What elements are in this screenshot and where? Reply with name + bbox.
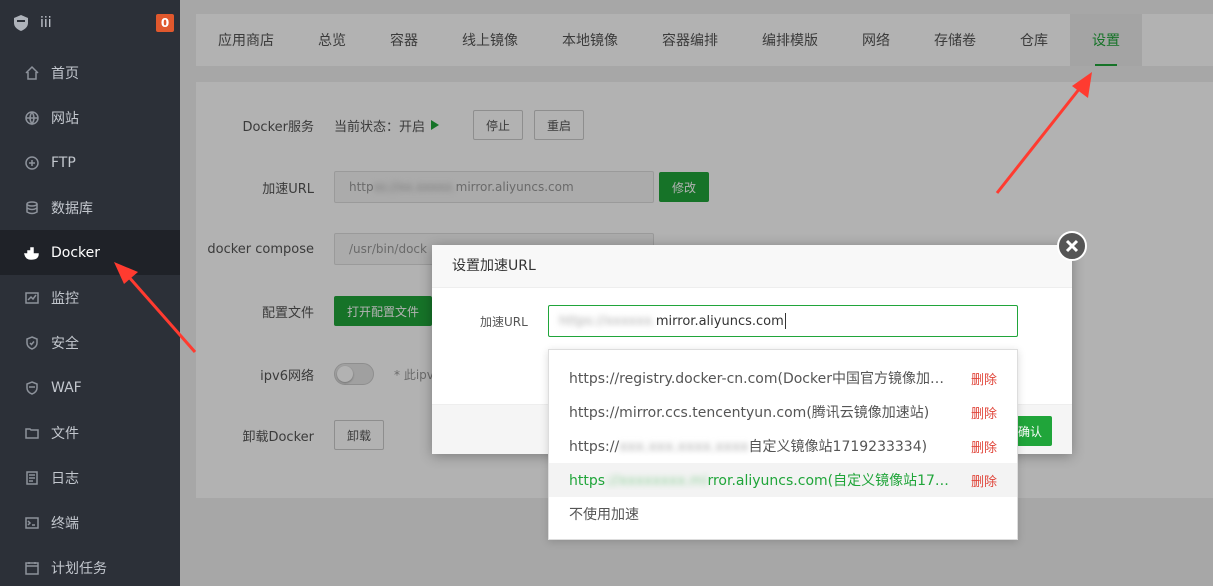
dropdown-item-selected[interactable]: https://xxxxxxxx.mirror.aliyuncs.com(自定义… <box>549 463 1017 497</box>
delete-link[interactable]: 删除 <box>971 437 997 456</box>
delete-link[interactable]: 删除 <box>971 369 997 388</box>
delete-link[interactable]: 删除 <box>971 471 997 490</box>
item-suffix: rror.aliyuncs.com(自定义镜像站171... <box>707 473 949 489</box>
sidebar-item-label: Docker <box>51 244 101 261</box>
text-caret <box>784 313 786 329</box>
docker-icon <box>24 245 40 261</box>
sidebar-item-label: 计划任务 <box>51 560 107 577</box>
sidebar-item-terminal[interactable]: 终端 <box>0 500 180 545</box>
sidebar-item-database[interactable]: 数据库 <box>0 185 180 230</box>
dialog-url-value: mirror.aliyuncs.com <box>655 313 784 329</box>
delete-link[interactable]: 删除 <box>971 403 997 422</box>
dropdown-item-text: 不使用加速 <box>569 507 639 523</box>
dialog-field-label: 加速URL <box>480 315 528 329</box>
dropdown-item[interactable]: https://mirror.ccs.tencentyun.com(腾讯云镜像加… <box>549 395 1017 429</box>
logo-icon <box>14 15 28 31</box>
sidebar-header: iii 0 <box>0 0 180 46</box>
ftp-icon <box>24 155 40 171</box>
calendar-icon <box>24 560 40 576</box>
sidebar: iii 0 首页 网站 FTP 数据库 Docker 监控 安全 WAF 文件 … <box>0 0 180 586</box>
item-prefix: https:// <box>569 439 620 455</box>
home-icon <box>24 65 40 81</box>
sidebar-item-label: 网站 <box>51 110 79 127</box>
dropdown-item-no-accel[interactable]: 不使用加速 <box>549 497 1017 531</box>
log-icon <box>24 470 40 486</box>
sidebar-item-label: FTP <box>51 154 76 171</box>
sidebar-item-label: 终端 <box>51 515 79 532</box>
shield-icon <box>24 335 40 351</box>
waf-shield-icon <box>24 380 40 396</box>
sidebar-item-waf[interactable]: WAF <box>0 365 180 410</box>
dropdown-item-text: https://mirror.ccs.tencentyun.com(腾讯云镜像加… <box>569 405 930 421</box>
sidebar-item-docker[interactable]: Docker <box>0 230 180 275</box>
globe-icon <box>24 110 40 126</box>
sidebar-item-label: 监控 <box>51 290 79 307</box>
dialog-title: 设置加速URL <box>432 245 1072 288</box>
sidebar-item-label: WAF <box>51 379 82 396</box>
item-prefix: https <box>569 473 606 489</box>
folder-icon <box>24 425 40 441</box>
dialog-url-input[interactable]: https://xxxxxx. mirror.aliyuncs.com <box>548 305 1018 337</box>
terminal-icon <box>24 515 40 531</box>
sidebar-item-label: 数据库 <box>51 200 93 217</box>
sidebar-item-website[interactable]: 网站 <box>0 95 180 140</box>
close-icon[interactable] <box>1057 231 1087 261</box>
redacted-text: xxx.xxx.xxxx.xxxx <box>619 439 749 455</box>
username[interactable]: iii <box>40 15 52 31</box>
sidebar-item-files[interactable]: 文件 <box>0 410 180 455</box>
sidebar-item-label: 文件 <box>51 425 79 442</box>
sidebar-item-label: 日志 <box>51 470 79 487</box>
notification-badge[interactable]: 0 <box>156 14 174 32</box>
item-suffix: 自定义镜像站1719233334) <box>748 439 928 455</box>
accel-url-dropdown: https://registry.docker-cn.com(Docker中国官… <box>548 349 1018 540</box>
sidebar-menu: 首页 网站 FTP 数据库 Docker 监控 安全 WAF 文件 日志 终端 … <box>0 46 180 586</box>
sidebar-item-ftp[interactable]: FTP <box>0 140 180 185</box>
dropdown-item[interactable]: https://registry.docker-cn.com(Docker中国官… <box>549 361 1017 395</box>
database-icon <box>24 200 40 216</box>
sidebar-item-security[interactable]: 安全 <box>0 320 180 365</box>
sidebar-item-monitor[interactable]: 监控 <box>0 275 180 320</box>
dropdown-item[interactable]: https://xxx.xxx.xxxx.xxxx自定义镜像站171923333… <box>549 429 1017 463</box>
sidebar-item-home[interactable]: 首页 <box>0 50 180 95</box>
dropdown-item-text: https://xxx.xxx.xxxx.xxxx自定义镜像站171923333… <box>569 436 949 456</box>
monitor-icon <box>24 290 40 306</box>
sidebar-item-label: 安全 <box>51 335 79 352</box>
sidebar-item-logs[interactable]: 日志 <box>0 455 180 500</box>
sidebar-item-label: 首页 <box>51 65 79 82</box>
redacted-text: https://xxxxxx. <box>559 313 656 329</box>
dropdown-item-text: https://registry.docker-cn.com(Docker中国官… <box>569 371 949 387</box>
redacted-text: ://xxxxxxxx.mi <box>605 473 708 489</box>
dropdown-item-text: https://xxxxxxxx.mirror.aliyuncs.com(自定义… <box>569 470 949 490</box>
sidebar-item-cron[interactable]: 计划任务 <box>0 545 180 586</box>
